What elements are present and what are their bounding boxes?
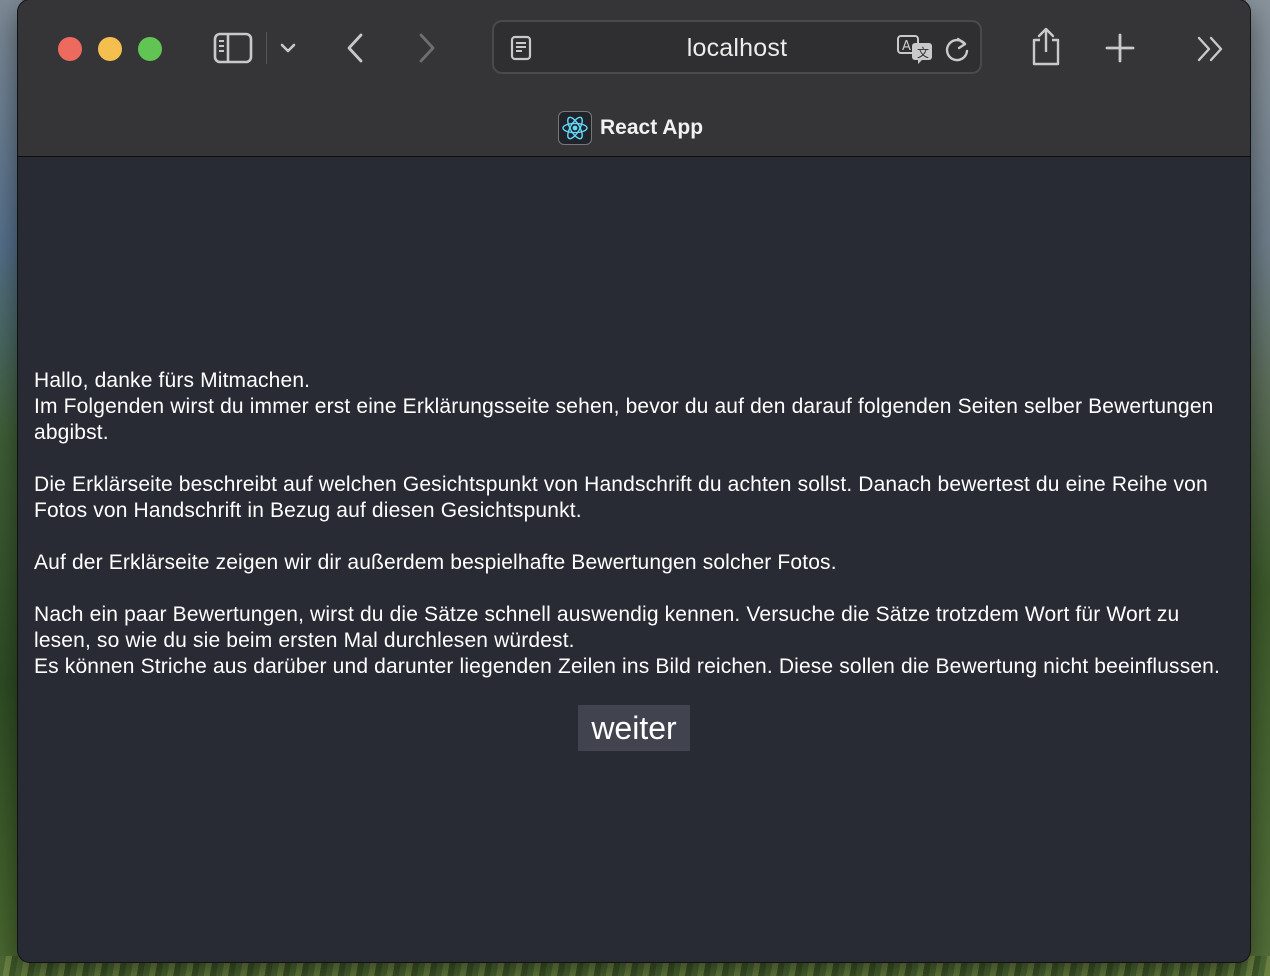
address-bar[interactable]: localhost A 文 [492, 20, 982, 74]
browser-window: localhost A 文 React App Hallo, danke für… [18, 0, 1250, 962]
explanation-paragraph: Die Erklärseite beschreibt auf welchen G… [34, 473, 1208, 522]
browser-toolbar: localhost A 文 React App [18, 0, 1250, 157]
chevron-down-icon[interactable] [276, 36, 300, 60]
reload-icon[interactable] [942, 34, 972, 64]
svg-text:A: A [902, 39, 911, 54]
active-tab[interactable]: React App [558, 110, 703, 146]
sidebar-toggle-icon[interactable] [212, 29, 254, 67]
reading-paragraph: Nach ein paar Bewertungen, wirst du die … [34, 603, 1180, 652]
svg-text:文: 文 [917, 45, 929, 60]
example-paragraph: Auf der Erklärseite zeigen wir dir außer… [34, 551, 837, 574]
minimize-window-button[interactable] [98, 37, 122, 61]
instructions-text: Hallo, danke fürs Mitmachen. Im Folgende… [34, 368, 1234, 680]
back-icon[interactable] [340, 30, 370, 66]
tab-title: React App [600, 116, 704, 139]
greeting-paragraph: Hallo, danke fürs Mitmachen. [34, 369, 311, 392]
page-content: Hallo, danke fürs Mitmachen. Im Folgende… [18, 157, 1250, 962]
forward-icon[interactable] [412, 30, 442, 66]
strokes-paragraph: Es können Striche aus darüber und darunt… [34, 655, 1220, 678]
share-icon[interactable] [1028, 24, 1064, 68]
continue-button[interactable]: weiter [578, 705, 690, 751]
translate-icon[interactable]: A 文 [896, 33, 936, 65]
close-window-button[interactable] [58, 37, 82, 61]
tab-overview-chevrons-icon[interactable] [1194, 34, 1228, 64]
toolbar-divider [266, 32, 267, 64]
react-logo-icon [558, 111, 592, 145]
new-tab-icon[interactable] [1102, 30, 1138, 66]
zoom-window-button[interactable] [138, 37, 162, 61]
intro-paragraph: Im Folgenden wirst du immer erst eine Er… [34, 395, 1214, 444]
